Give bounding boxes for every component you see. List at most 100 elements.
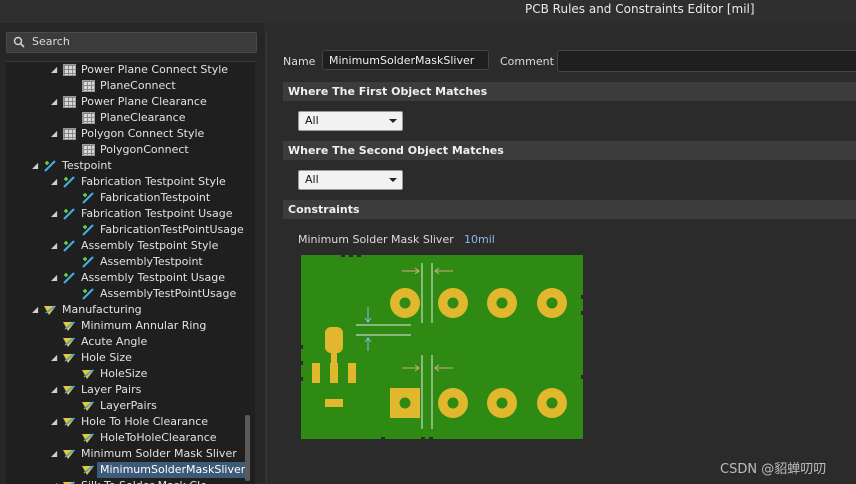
manufacturing-icon [63, 336, 76, 348]
tree-item-label: Fabrication Testpoint Usage [81, 207, 233, 220]
tree-item[interactable]: ◢ Fabrication Testpoint Style [6, 174, 246, 190]
expand-arrow-icon[interactable]: ◢ [32, 302, 42, 318]
expand-arrow-icon[interactable]: ◢ [51, 62, 61, 78]
search-input[interactable]: Search [6, 32, 257, 53]
tree-item-label: Hole Size [81, 351, 132, 364]
tree-item-label: Hole To Hole Clearance [81, 415, 209, 428]
testpoint-icon [63, 240, 76, 252]
expand-arrow-icon[interactable]: ◢ [51, 382, 61, 398]
manufacturing-icon [82, 432, 95, 444]
expand-arrow-icon[interactable]: ◢ [51, 270, 61, 286]
testpoint-icon [82, 256, 95, 268]
tree-item[interactable]: PlaneConnect [6, 78, 246, 94]
comment-field[interactable] [557, 50, 856, 72]
tree-item[interactable]: LayerPairs [6, 398, 246, 414]
testpoint-icon [63, 176, 76, 188]
tree-item-label: Polygon Connect Style [81, 127, 205, 140]
manufacturing-icon [63, 416, 76, 428]
expand-arrow-icon[interactable]: ◢ [51, 126, 61, 142]
tree-item-label: Layer Pairs [81, 383, 142, 396]
tree-item[interactable]: ◢ Polygon Connect Style [6, 126, 246, 142]
tree-item-label: AssemblyTestpoint [100, 255, 203, 268]
manufacturing-icon [63, 384, 76, 396]
tree-item-label: Minimum Annular Ring [81, 319, 207, 332]
tree-item[interactable]: PlaneClearance [6, 110, 246, 126]
testpoint-icon [63, 272, 76, 284]
testpoint-icon [82, 224, 95, 236]
tree-item[interactable]: ◢ Manufacturing [6, 302, 246, 318]
second-match-header: Where The Second Object Matches [283, 141, 856, 160]
tree-item[interactable]: FabricationTestPointUsage [6, 222, 246, 238]
expand-arrow-icon[interactable]: ◢ [32, 158, 42, 174]
tree-item-label: HoleSize [100, 367, 148, 380]
constraints-header: Constraints [283, 200, 856, 219]
tree-item[interactable]: ◢ Minimum Solder Mask Sliver [6, 446, 246, 462]
tree-item[interactable]: ◢ Silk To Solder Mask Cle [6, 478, 246, 484]
search-placeholder: Search [32, 35, 70, 48]
tree-item-label: LayerPairs [100, 399, 157, 412]
constraint-value[interactable]: 10mil [464, 233, 495, 246]
expand-arrow-icon[interactable]: ◢ [51, 350, 61, 366]
grid-icon [63, 96, 76, 108]
watermark: CSDN @貂蝉叨叨 [720, 462, 827, 477]
tree-item[interactable]: Minimum Annular Ring [6, 318, 246, 334]
first-match-value: All [305, 114, 319, 127]
testpoint-icon [63, 208, 76, 220]
tree-item[interactable]: Acute Angle [6, 334, 246, 350]
grid-icon [63, 128, 76, 140]
tree-item[interactable]: HoleToHoleClearance [6, 430, 246, 446]
tree-item[interactable]: ◢ Hole To Hole Clearance [6, 414, 246, 430]
tree-scrollbar[interactable] [245, 415, 250, 481]
tree-item[interactable]: ◢ Assembly Testpoint Style [6, 238, 246, 254]
tree-item-label: PlaneClearance [100, 111, 186, 124]
tree-item-label: Assembly Testpoint Style [81, 239, 219, 252]
tree-item-label: PolygonConnect [100, 143, 189, 156]
tree-item-label: Silk To Solder Mask Cle [81, 478, 207, 484]
expand-arrow-icon[interactable]: ◢ [51, 94, 61, 110]
tree-item[interactable]: ◢ Assembly Testpoint Usage [6, 270, 246, 286]
grid-icon [82, 112, 95, 124]
tree-item[interactable]: MinimumSolderMaskSliver [6, 462, 249, 478]
tree-item[interactable]: HoleSize [6, 366, 246, 382]
chevron-down-icon [389, 119, 397, 123]
tree-item-label: AssemblyTestPointUsage [100, 287, 237, 300]
manufacturing-icon [63, 352, 76, 364]
tree-item-label: MinimumSolderMaskSliver [97, 462, 249, 478]
tree-item-label: Minimum Solder Mask Sliver [81, 447, 237, 460]
tree-item[interactable]: FabricationTestpoint [6, 190, 246, 206]
tree-item[interactable]: ◢ Testpoint [6, 158, 246, 174]
expand-arrow-icon[interactable]: ◢ [51, 414, 61, 430]
manufacturing-icon [82, 368, 95, 380]
expand-arrow-icon[interactable]: ◢ [51, 238, 61, 254]
tree-item[interactable]: ◢ Hole Size [6, 350, 246, 366]
tree-item[interactable]: ◢ Layer Pairs [6, 382, 246, 398]
manufacturing-icon [44, 304, 57, 316]
rule-editor: Name MinimumSolderMaskSliver Comment Whe… [266, 31, 856, 483]
manufacturing-icon [63, 448, 76, 460]
name-field[interactable]: MinimumSolderMaskSliver [322, 50, 489, 70]
tree-item[interactable]: PolygonConnect [6, 142, 246, 158]
testpoint-icon [44, 160, 57, 172]
expand-arrow-icon[interactable]: ◢ [51, 174, 61, 190]
expand-arrow-icon[interactable]: ◢ [51, 206, 61, 222]
second-match-dropdown[interactable]: All [298, 170, 403, 190]
tree-item[interactable]: ◢ Power Plane Connect Style [6, 62, 246, 78]
grid-icon [82, 144, 95, 156]
tree-item[interactable]: ◢ Power Plane Clearance [6, 94, 246, 110]
grid-icon [82, 80, 95, 92]
tree-item[interactable]: ◢ Fabrication Testpoint Usage [6, 206, 246, 222]
expand-arrow-icon[interactable]: ◢ [51, 478, 61, 484]
title-bar: PCB Rules and Constraints Editor [mil] [0, 0, 856, 23]
tree-item[interactable]: AssemblyTestpoint [6, 254, 246, 270]
tree-item-label: HoleToHoleClearance [100, 431, 217, 444]
manufacturing-icon [63, 480, 76, 484]
first-match-dropdown[interactable]: All [298, 111, 403, 131]
second-match-value: All [305, 173, 319, 186]
tree-item-label: PlaneConnect [100, 79, 176, 92]
rules-tree: ◢ Power Plane Connect Style PlaneConnect ◢ P… [6, 61, 255, 484]
tree-item-label: Testpoint [62, 159, 112, 172]
expand-arrow-icon[interactable]: ◢ [51, 446, 61, 462]
chevron-down-icon [389, 178, 397, 182]
manufacturing-icon [63, 320, 76, 332]
tree-item[interactable]: AssemblyTestPointUsage [6, 286, 246, 302]
